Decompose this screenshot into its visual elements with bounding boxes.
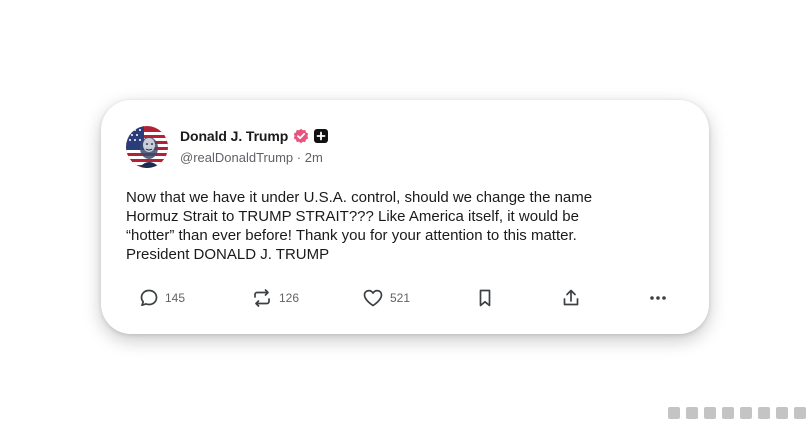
share-upload-icon (563, 289, 579, 306)
speech-bubble-icon (140, 289, 158, 307)
plus-badge-icon (314, 129, 329, 143)
bookmark-icon (479, 289, 491, 307)
verified-badge-icon (293, 128, 309, 144)
like-button[interactable]: 521 (362, 287, 410, 309)
repost-count: 126 (279, 291, 300, 305)
handle-row: @realDonaldTrump · 2m (180, 150, 323, 165)
reply-count: 145 (165, 291, 186, 305)
handle[interactable]: @realDonaldTrump (180, 150, 293, 165)
more-button[interactable] (648, 287, 668, 309)
share-button[interactable] (561, 287, 581, 309)
timestamp[interactable]: 2m (305, 150, 323, 165)
like-count: 521 (390, 291, 411, 305)
avatar[interactable] (126, 126, 168, 168)
canvas: Donald J. Trump @realDonaldTrump · 2m No… (0, 0, 810, 436)
heart-icon (363, 289, 383, 307)
watermark-logo (668, 407, 806, 419)
separator: · (296, 150, 302, 165)
bookmark-button[interactable] (475, 287, 495, 309)
avatar-flag-portrait-icon (126, 126, 168, 168)
post-text: Now that we have it under U.S.A. control… (126, 189, 593, 263)
post-card: Donald J. Trump @realDonaldTrump · 2m No… (101, 100, 709, 334)
repost-button[interactable]: 126 (251, 287, 299, 309)
repost-arrows-icon (254, 289, 270, 307)
display-name[interactable]: Donald J. Trump (180, 128, 288, 144)
name-row: Donald J. Trump (180, 126, 329, 146)
reply-button[interactable]: 145 (139, 287, 185, 309)
more-dots-icon (650, 296, 666, 300)
